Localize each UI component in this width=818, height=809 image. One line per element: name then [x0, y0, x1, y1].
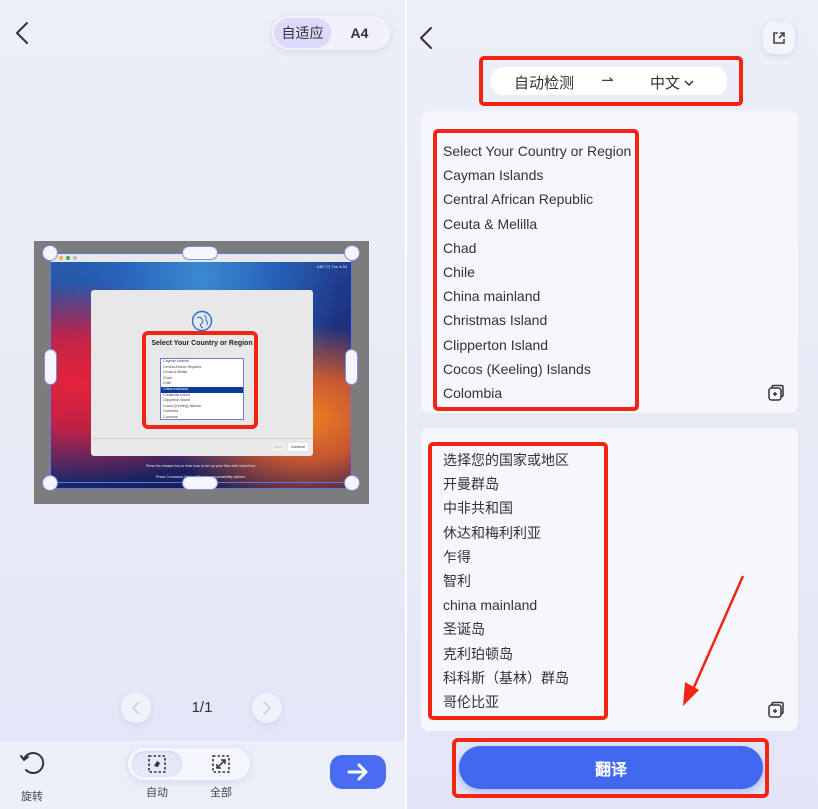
source-line: Christmas Island	[443, 312, 548, 329]
window-dot-icon	[66, 256, 70, 260]
translated-line: 哥伦比亚	[443, 693, 499, 710]
bottom-toolbar: 旋转 自动 全部	[0, 741, 405, 809]
translate-button[interactable]: 翻译	[459, 746, 763, 789]
mac-continue-button: Continue	[288, 443, 308, 451]
crop-handle-bottom-left[interactable]	[42, 475, 58, 491]
copy-icon[interactable]	[766, 383, 786, 403]
translation-card: 选择您的国家或地区 开曼群岛 中非共和国 休达和梅利利亚 乍得 智利 china…	[421, 428, 798, 731]
full-crop-button[interactable]	[196, 751, 246, 777]
size-option-a4[interactable]: A4	[331, 18, 388, 48]
translated-line: 休达和梅利利亚	[443, 524, 541, 541]
language-selector: 自动检测 ⇀ 中文	[491, 67, 727, 95]
image-preview: ABC 口 Tue 4:34 Select Your Country or Re…	[34, 241, 369, 504]
share-button[interactable]	[763, 22, 795, 54]
next-step-button[interactable]	[330, 755, 386, 789]
translated-line: china mainland	[443, 597, 538, 614]
crop-handle-bottom-right[interactable]	[344, 475, 360, 491]
source-line: Clipperton Island	[443, 336, 549, 353]
chevron-left-icon	[420, 27, 432, 49]
translated-line: 圣诞岛	[443, 621, 485, 638]
translated-line: 克利珀顿岛	[443, 645, 513, 662]
source-text[interactable]: Select Your Country or Region Cayman Isl…	[443, 139, 631, 405]
full-crop-icon	[212, 755, 230, 773]
translated-line: 中非共和国	[443, 500, 513, 517]
page-size-toggle: 自适应 A4	[272, 16, 390, 50]
source-line: Select Your Country or Region	[443, 143, 632, 159]
source-line: Cocos (Keeling) Islands	[443, 360, 591, 377]
source-line: Cayman Islands	[443, 167, 544, 184]
source-line: Chad	[443, 239, 477, 256]
source-text-card: Select Your Country or Region Cayman Isl…	[421, 111, 798, 413]
rotate-label: 旋转	[21, 791, 43, 803]
scan-preview-panel: 自适应 A4 ABC 口 Tue 4:34 Select Your Countr…	[0, 0, 405, 809]
back-button[interactable]	[419, 24, 439, 52]
auto-label: 自动	[146, 787, 168, 799]
annotation-box	[142, 331, 258, 429]
direction-arrow-icon: ⇀	[601, 72, 614, 89]
target-language: 中文	[650, 75, 681, 92]
translated-line: 选择您的国家或地区	[443, 452, 569, 468]
crop-mode-toggle	[128, 748, 250, 780]
translated-text[interactable]: 选择您的国家或地区 开曼群岛 中非共和国 休达和梅利利亚 乍得 智利 china…	[443, 448, 569, 714]
copy-icon[interactable]	[766, 700, 786, 720]
auto-crop-button[interactable]	[132, 751, 182, 777]
rotate-icon	[20, 752, 45, 775]
voiceover-hint: Press the escape key to hear how to set …	[145, 464, 257, 468]
target-language-dropdown[interactable]: 中文	[650, 72, 694, 93]
translated-line: 乍得	[443, 548, 471, 565]
back-button[interactable]	[10, 18, 34, 48]
crop-handle-right[interactable]	[345, 349, 358, 385]
translated-line: 智利	[443, 572, 471, 589]
translated-line: 科科斯（基林）群岛	[443, 669, 569, 686]
source-line: Colombia	[443, 384, 503, 401]
crop-handle-bottom[interactable]	[182, 476, 218, 490]
source-line: Chile	[443, 263, 475, 280]
arrow-right-icon	[347, 763, 368, 781]
chevron-right-icon	[263, 701, 272, 715]
next-page-button[interactable]	[252, 693, 282, 723]
crop-handle-left[interactable]	[44, 349, 57, 385]
chevron-down-icon	[684, 79, 694, 86]
source-line: Ceuta & Melilla	[443, 215, 538, 232]
page-navigator: 1/1	[121, 693, 283, 723]
translation-panel: 自动检测 ⇀ 中文 Select Your Country or Region …	[407, 0, 818, 809]
source-line: Central African Republic	[443, 191, 594, 208]
mac-back-button: Back	[271, 443, 285, 451]
auto-crop-icon	[148, 755, 166, 773]
source-line: China mainland	[443, 288, 541, 305]
size-option-fit[interactable]: 自适应	[274, 18, 331, 48]
globe-icon	[191, 310, 213, 332]
dialog-divider	[91, 438, 313, 439]
window-dot-icon	[73, 256, 77, 260]
crop-handle-top-left[interactable]	[42, 245, 58, 261]
share-icon	[773, 32, 785, 44]
full-label: 全部	[210, 787, 232, 799]
source-language[interactable]: 自动检测	[514, 72, 574, 93]
window-dot-icon	[59, 256, 63, 260]
rotate-button[interactable]: 旋转	[16, 749, 48, 804]
translated-line: 开曼群岛	[443, 476, 499, 493]
mac-status-bar: ABC 口 Tue 4:34	[316, 264, 347, 269]
crop-handle-top[interactable]	[182, 246, 218, 260]
crop-handle-top-right[interactable]	[344, 245, 360, 261]
chevron-left-icon	[16, 22, 28, 44]
